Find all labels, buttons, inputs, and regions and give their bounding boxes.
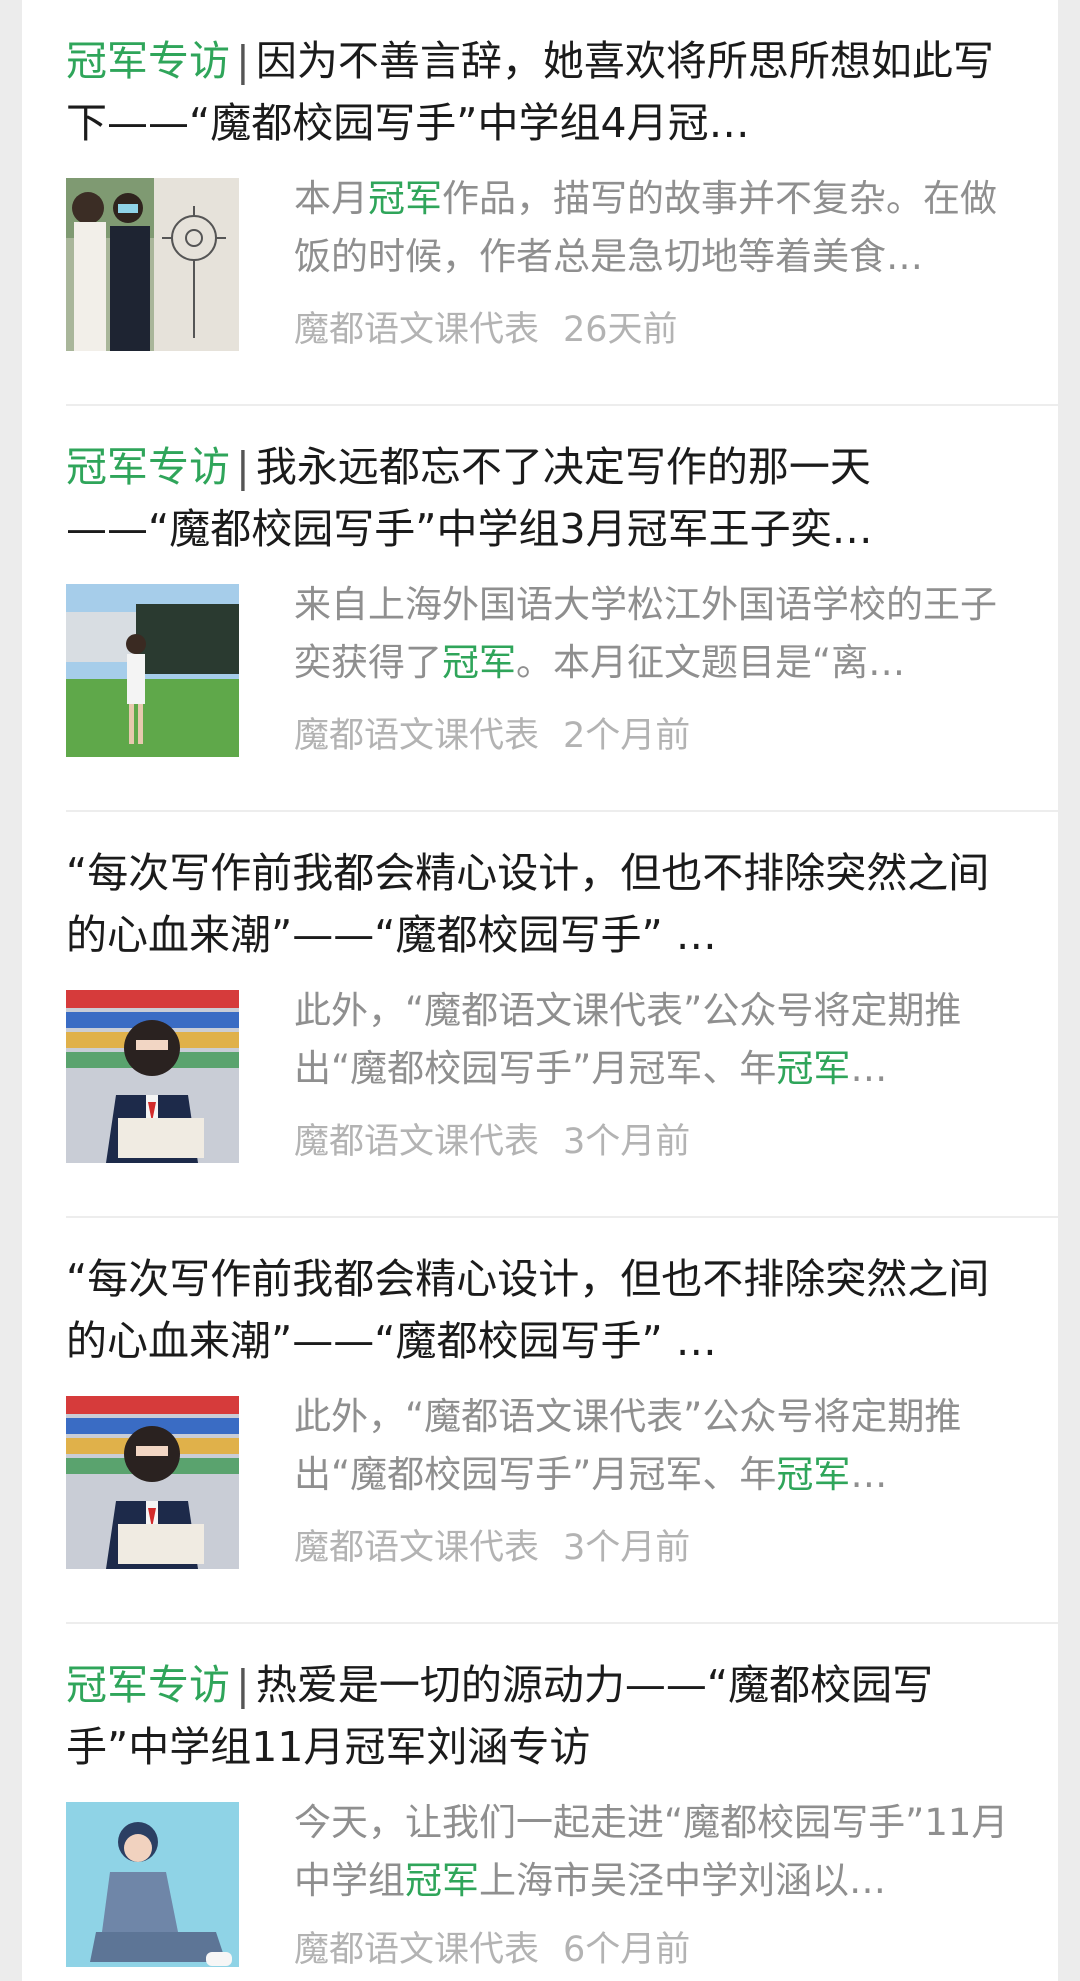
publish-time: 3个月前 bbox=[563, 1122, 691, 1162]
article-meta: 魔都语文课代表 3个月前 bbox=[294, 1518, 1014, 1578]
summary-text: … bbox=[850, 1047, 888, 1090]
title-tag: 冠军专访 bbox=[66, 1661, 230, 1709]
summary-keyword: 冠军 bbox=[442, 641, 516, 684]
article-thumbnail[interactable] bbox=[66, 178, 239, 351]
publish-time: 2个月前 bbox=[563, 716, 691, 756]
source-name[interactable]: 魔都语文课代表 bbox=[294, 310, 539, 350]
article-summary: 此外，“魔都语文课代表”公众号将定期推出“魔都校园写手”月冠军、年冠军… bbox=[294, 982, 1014, 1098]
photo-girl-sitting-blue-background-icon bbox=[66, 1802, 239, 1967]
source-name[interactable]: 魔都语文课代表 bbox=[294, 1122, 539, 1162]
summary-text: 本月 bbox=[294, 177, 368, 220]
photo-girl-on-lawn-icon bbox=[66, 584, 239, 757]
article-item[interactable]: 冠军专访 | 我永远都忘不了决定写作的那一天——“魔都校园写手”中学组3月冠军王子奕… bbox=[66, 406, 1058, 812]
photo-student-reading-book-icon bbox=[66, 1396, 239, 1569]
article-thumbnail[interactable] bbox=[66, 1802, 239, 1967]
article-meta: 魔都语文课代表 3个月前 bbox=[294, 1112, 1014, 1172]
photo-girls-sunflower-sketch-icon bbox=[66, 178, 239, 351]
article-meta: 魔都语文课代表 2个月前 bbox=[294, 706, 1014, 766]
source-name[interactable]: 魔都语文课代表 bbox=[294, 1930, 539, 1970]
photo-student-reading-book-icon bbox=[66, 990, 239, 1163]
article-item[interactable]: 冠军专访 | 因为不善言辞，她喜欢将所思所想如此写下——“魔都校园写手”中学组4月冠… bbox=[66, 0, 1058, 406]
summary-text: 。本月征文题目是“离… bbox=[516, 641, 906, 684]
article-item[interactable]: 冠军专访 | 热爱是一切的源动力——“魔都校园写手”中学组11月冠军刘涵专访 今天，… bbox=[66, 1624, 1014, 1981]
article-title[interactable]: 冠军专访 | 热爱是一切的源动力——“魔都校园写手”中学组11月冠军刘涵专访 bbox=[66, 1654, 1014, 1778]
article-title[interactable]: 冠军专访 | 我永远都忘不了决定写作的那一天——“魔都校园写手”中学组3月冠军王子奕… bbox=[66, 436, 1014, 560]
title-tag: 冠军专访 bbox=[66, 443, 230, 491]
source-name[interactable]: 魔都语文课代表 bbox=[294, 1528, 539, 1568]
title-separator: | bbox=[236, 37, 250, 85]
article-item[interactable]: “每次写作前我都会精心设计，但也不排除突然之间的心血来潮”——“魔都校园写手” … bbox=[66, 812, 1058, 1218]
publish-time: 3个月前 bbox=[563, 1528, 691, 1568]
title-separator: | bbox=[236, 443, 250, 491]
article-thumbnail[interactable] bbox=[66, 1396, 239, 1569]
article-summary: 此外，“魔都语文课代表”公众号将定期推出“魔都校园写手”月冠军、年冠军… bbox=[294, 1388, 1014, 1504]
article-title[interactable]: “每次写作前我都会精心设计，但也不排除突然之间的心血来潮”——“魔都校园写手” … bbox=[66, 1248, 1014, 1372]
article-item[interactable]: “每次写作前我都会精心设计，但也不排除突然之间的心血来潮”——“魔都校园写手” … bbox=[66, 1218, 1058, 1624]
summary-keyword: 冠军 bbox=[368, 177, 442, 220]
summary-keyword: 冠军 bbox=[405, 1859, 479, 1902]
article-summary: 来自上海外国语大学松江外国语学校的王子奕获得了冠军。本月征文题目是“离… bbox=[294, 576, 1014, 692]
summary-keyword: 冠军 bbox=[776, 1047, 851, 1090]
summary-text: … bbox=[850, 1453, 888, 1496]
title-tag: 冠军专访 bbox=[66, 37, 230, 85]
article-summary: 今天，让我们一起走进“魔都校园写手”11月中学组冠军上海市吴泾中学刘涵以… bbox=[294, 1794, 1014, 1910]
article-thumbnail[interactable] bbox=[66, 584, 239, 757]
title-text: “每次写作前我都会精心设计，但也不排除突然之间的心血来潮”——“魔都校园写手” … bbox=[66, 1255, 990, 1365]
publish-time: 26天前 bbox=[563, 310, 678, 350]
article-meta: 魔都语文课代表 6个月前 bbox=[294, 1920, 1014, 1980]
article-list: 冠军专访 | 因为不善言辞，她喜欢将所思所想如此写下——“魔都校园写手”中学组4月冠… bbox=[22, 0, 1058, 1981]
article-thumbnail[interactable] bbox=[66, 990, 239, 1163]
article-title[interactable]: 冠军专访 | 因为不善言辞，她喜欢将所思所想如此写下——“魔都校园写手”中学组4月冠… bbox=[66, 30, 1014, 154]
title-text: “每次写作前我都会精心设计，但也不排除突然之间的心血来潮”——“魔都校园写手” … bbox=[66, 849, 990, 959]
article-summary: 本月冠军作品，描写的故事并不复杂。在做饭的时候，作者总是急切地等着美食… bbox=[294, 170, 1014, 286]
title-separator: | bbox=[236, 1661, 250, 1709]
summary-text: 上海市吴泾中学刘涵以… bbox=[479, 1859, 886, 1902]
article-title[interactable]: “每次写作前我都会精心设计，但也不排除突然之间的心血来潮”——“魔都校园写手” … bbox=[66, 842, 1014, 966]
source-name[interactable]: 魔都语文课代表 bbox=[294, 716, 539, 756]
article-meta: 魔都语文课代表 26天前 bbox=[294, 300, 1014, 360]
publish-time: 6个月前 bbox=[563, 1930, 691, 1970]
summary-keyword: 冠军 bbox=[776, 1453, 851, 1496]
